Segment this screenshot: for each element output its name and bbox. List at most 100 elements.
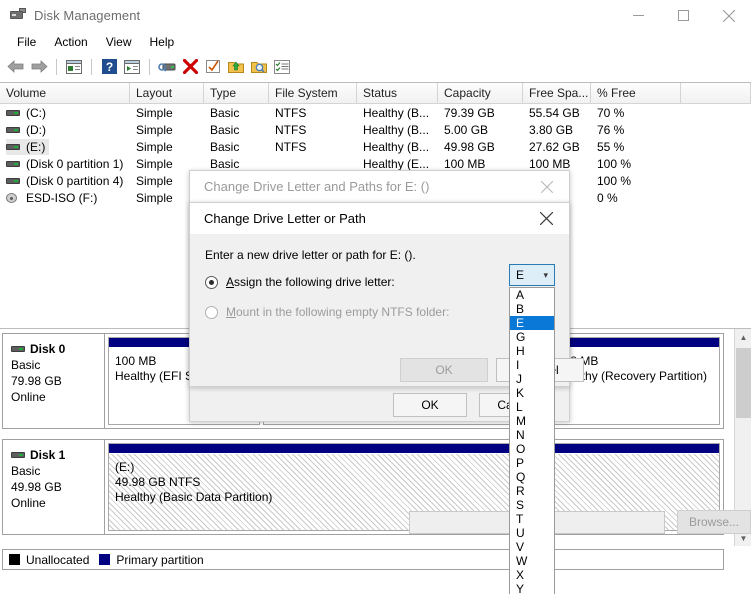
legend-swatch-unallocated	[9, 554, 20, 565]
menu-action[interactable]: Action	[45, 33, 96, 51]
drive-letter-option-X[interactable]: X	[510, 568, 554, 582]
check-icon[interactable]	[202, 56, 224, 78]
cd-icon	[6, 192, 20, 203]
show-hide-console-tree-icon[interactable]	[63, 56, 85, 78]
column-header-volume[interactable]: Volume	[0, 83, 130, 103]
disk-icon	[11, 450, 25, 460]
drive-letter-option-T[interactable]: T	[510, 512, 554, 526]
volume-icon	[6, 159, 20, 169]
volume-cell-label: ESD-ISO (F:)	[26, 190, 98, 205]
menu-view[interactable]: View	[97, 33, 141, 51]
scrollbar-thumb[interactable]	[736, 348, 751, 418]
toolbar: ?	[0, 53, 751, 80]
mount-label-text: ount in the following empty NTFS folder:	[236, 305, 450, 319]
partition-bar	[109, 444, 719, 454]
outer-dialog-ok-button[interactable]: OK	[393, 393, 467, 417]
toolbar-separator-2	[91, 58, 92, 75]
volume-row-0[interactable]: (C:) Simple Basic NTFS Healthy (B... 79.39 GB…	[0, 104, 751, 121]
assign-drive-letter-option[interactable]: Assign the following drive letter:	[205, 275, 554, 289]
back-arrow-icon[interactable]	[5, 56, 27, 78]
drive-letter-option-S[interactable]: S	[510, 498, 554, 512]
mount-radio[interactable]	[205, 305, 218, 319]
export-icon[interactable]	[225, 56, 247, 78]
drive-letter-option-H[interactable]: H	[510, 344, 554, 358]
volume-row-2[interactable]: (E:) Simple Basic NTFS Healthy (B... 49.98 GB…	[0, 138, 751, 155]
volume-cell-name: (Disk 0 partition 1)	[0, 156, 130, 172]
drive-letter-option-A[interactable]: A	[510, 288, 554, 302]
volume-cell-capacity: 100 MB	[444, 156, 486, 171]
volume-cell-name: (E:)	[0, 138, 130, 155]
drive-letter-option-J[interactable]: J	[510, 372, 554, 386]
drive-letter-option-E[interactable]: E	[510, 316, 554, 330]
partition-size: 49.98 GB NTFS	[115, 475, 201, 489]
column-header-free-space[interactable]: Free Spa...	[523, 83, 591, 103]
column-header-capacity[interactable]: Capacity	[438, 83, 523, 103]
disk-type-0: Basic	[11, 358, 41, 372]
forward-arrow-icon[interactable]	[28, 56, 50, 78]
drive-letter-option-G[interactable]: G	[510, 330, 554, 344]
drive-letter-option-W[interactable]: W	[510, 554, 554, 568]
inner-dialog-close-button[interactable]	[524, 203, 569, 234]
legend-label-primary: Primary partition	[116, 552, 204, 567]
inner-dialog-prompt: Enter a new drive letter or path for E: …	[205, 248, 416, 262]
disk-state-0: Online	[11, 390, 46, 404]
drive-letter-option-B[interactable]: B	[510, 302, 554, 316]
drive-letter-dropdown-list[interactable]: ABEGHIJKLMNOPQRSTUVWXYZ	[509, 287, 555, 594]
volume-cell-status: Healthy (E...	[363, 156, 430, 171]
assign-radio[interactable]	[205, 275, 218, 289]
drive-letter-option-L[interactable]: L	[510, 400, 554, 414]
drive-letter-option-K[interactable]: K	[510, 386, 554, 400]
volume-cell-status: Healthy (B...	[363, 122, 430, 137]
inner-dialog-titlebar: Change Drive Letter or Path	[190, 203, 569, 234]
outer-dialog-titlebar: Change Drive Letter and Paths for E: ()	[190, 171, 569, 202]
volume-cell-percent: 100 %	[597, 173, 632, 188]
drive-letter-option-Q[interactable]: Q	[510, 470, 554, 484]
volume-cell-free: 55.54 GB	[529, 105, 580, 120]
drive-letter-option-I[interactable]: I	[510, 358, 554, 372]
drive-letter-option-N[interactable]: N	[510, 428, 554, 442]
browse-button[interactable]: Browse...	[677, 510, 751, 534]
column-header-percent-free[interactable]: % Free	[591, 83, 681, 103]
drive-letter-option-Y[interactable]: Y	[510, 582, 554, 594]
delete-icon[interactable]	[179, 56, 201, 78]
column-header-status[interactable]: Status	[357, 83, 438, 103]
assign-label-text: ssign the following drive letter:	[234, 275, 395, 289]
close-button[interactable]	[706, 0, 751, 31]
titlebar: Disk Management	[0, 0, 751, 31]
volume-cell-type: Basic	[210, 122, 240, 137]
help-icon[interactable]: ?	[98, 56, 120, 78]
drive-letter-option-R[interactable]: R	[510, 484, 554, 498]
toolbar-separator	[56, 58, 57, 75]
outer-dialog-title: Change Drive Letter and Paths for E: ()	[204, 179, 430, 194]
volume-cell-percent: 55 %	[597, 139, 625, 154]
drive-letter-option-V[interactable]: V	[510, 540, 554, 554]
volume-cell-free: 100 MB	[529, 156, 571, 171]
outer-dialog-close-button[interactable]	[524, 171, 569, 202]
drive-letter-option-O[interactable]: O	[510, 442, 554, 456]
column-header-file-system[interactable]: File System	[269, 83, 357, 103]
list-icon[interactable]	[271, 56, 293, 78]
volume-cell-filesystem: NTFS	[275, 122, 307, 137]
column-header-layout[interactable]: Layout	[130, 83, 204, 103]
volume-row-1[interactable]: (D:) Simple Basic NTFS Healthy (B... 5.00 GB 3…	[0, 121, 751, 138]
mount-folder-option[interactable]: Mount in the following empty NTFS folder…	[205, 305, 554, 319]
minimize-button[interactable]	[616, 0, 661, 31]
properties-icon[interactable]	[156, 56, 178, 78]
volume-list-header: Volume Layout Type File System Status Ca…	[0, 83, 751, 104]
drive-letter-combobox[interactable]: E ▾	[509, 264, 555, 286]
menu-help[interactable]: Help	[141, 33, 184, 51]
inner-dialog-ok-button[interactable]: OK	[400, 358, 488, 382]
drive-letter-option-U[interactable]: U	[510, 526, 554, 540]
disk-name-1: Disk 1	[30, 448, 66, 462]
scroll-up-icon[interactable]: ▲	[735, 329, 751, 346]
drive-letter-option-M[interactable]: M	[510, 414, 554, 428]
volume-cell-name: (C:)	[0, 105, 130, 121]
show-hide-action-pane-icon[interactable]	[121, 56, 143, 78]
legend-swatch-primary	[99, 554, 111, 565]
volume-icon	[6, 108, 20, 118]
column-header-type[interactable]: Type	[204, 83, 269, 103]
drive-letter-option-P[interactable]: P	[510, 456, 554, 470]
menu-file[interactable]: File	[8, 33, 45, 51]
maximize-button[interactable]	[661, 0, 706, 31]
search-icon[interactable]	[248, 56, 270, 78]
